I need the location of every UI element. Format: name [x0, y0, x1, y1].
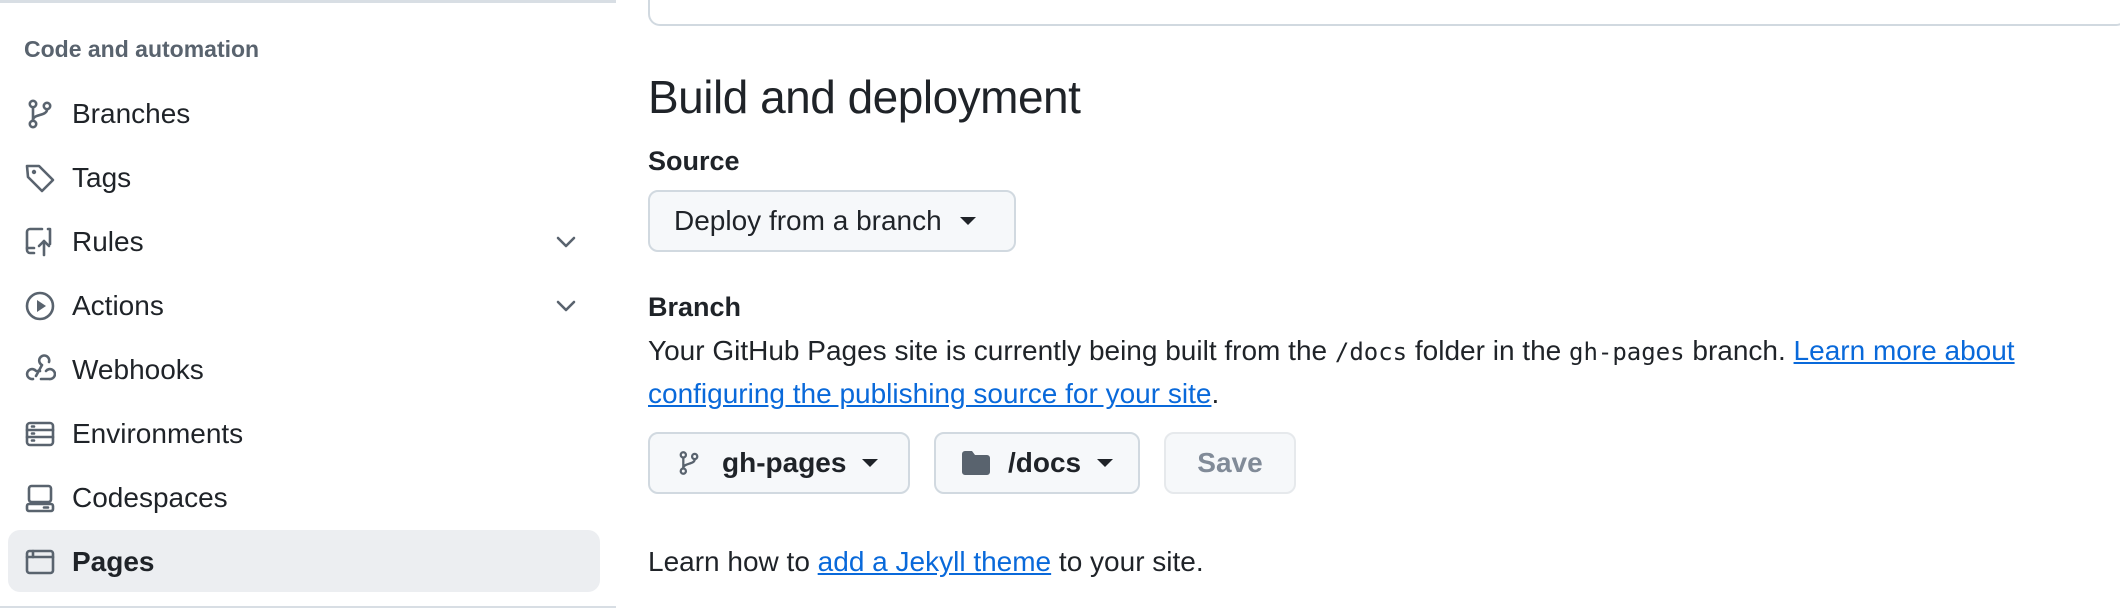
- folder-select-value: /docs: [1008, 447, 1082, 478]
- caret-down-icon: [1097, 459, 1114, 467]
- sidebar-item-branches[interactable]: Branches: [8, 82, 600, 144]
- branch-select-value: gh-pages: [722, 447, 847, 478]
- folder-icon: [960, 449, 992, 477]
- play-circle-icon: [24, 290, 56, 322]
- webhook-icon: [24, 354, 56, 386]
- save-button[interactable]: Save: [1164, 432, 1296, 494]
- sidebar-item-webhooks[interactable]: Webhooks: [8, 338, 600, 400]
- description-text: folder in the: [1407, 335, 1569, 366]
- description-text: .: [1211, 378, 1220, 409]
- jekyll-theme-note: Learn how to add a Jekyll theme to your …: [648, 546, 1204, 578]
- folder-select-button[interactable]: /docs: [934, 432, 1140, 494]
- note-text: to your site.: [1051, 546, 1204, 577]
- branch-select-button[interactable]: gh-pages: [648, 432, 910, 494]
- note-text: Learn how to: [648, 546, 818, 577]
- git-branch-icon: [676, 449, 702, 477]
- caret-down-icon: [862, 459, 879, 467]
- branch-description: Your GitHub Pages site is currently bein…: [648, 330, 2120, 415]
- source-dropdown-value: Deploy from a branch: [674, 205, 942, 236]
- pages-settings-main: Build and deployment Source Deploy from …: [616, 0, 2120, 614]
- sidebar-item-rules[interactable]: Rules: [8, 210, 600, 272]
- source-label: Source: [648, 146, 740, 176]
- description-text: branch.: [1684, 335, 1794, 366]
- jekyll-theme-link[interactable]: add a Jekyll theme: [818, 546, 1051, 577]
- sidebar-item-label: Pages: [72, 546, 155, 577]
- sidebar-item-pages[interactable]: Pages: [8, 530, 600, 592]
- sidebar-item-environments[interactable]: Environments: [8, 402, 600, 464]
- sidebar-divider-bottom: [0, 606, 616, 608]
- chevron-down-icon[interactable]: [554, 294, 578, 318]
- sidebar-item-label: Tags: [72, 162, 132, 193]
- browser-icon: [24, 546, 56, 578]
- sidebar-section-heading: Code and automation: [24, 36, 260, 62]
- chevron-down-icon[interactable]: [554, 230, 578, 254]
- tag-icon: [24, 162, 56, 194]
- description-text: Your GitHub Pages site is currently bein…: [648, 335, 1335, 366]
- codespaces-icon: [24, 482, 56, 514]
- server-icon: [24, 418, 56, 450]
- folder-code: /docs: [1334, 338, 1408, 366]
- sidebar-item-actions[interactable]: Actions: [8, 274, 600, 336]
- sidebar-item-label: Branches: [72, 98, 191, 129]
- sidebar-item-label: Codespaces: [72, 482, 228, 513]
- git-branch-icon: [24, 98, 56, 130]
- sidebar-item-tags[interactable]: Tags: [8, 146, 600, 208]
- page-title: Build and deployment: [648, 71, 1081, 123]
- caret-down-icon: [959, 217, 976, 225]
- sidebar-divider-top: [0, 0, 616, 3]
- previous-section-card: [648, 0, 2120, 26]
- branch-label: Branch: [648, 292, 742, 322]
- branch-code: gh-pages: [1569, 338, 1685, 366]
- sidebar-item-label: Rules: [72, 226, 144, 257]
- sidebar-item-label: Environments: [72, 418, 244, 449]
- sidebar-item-codespaces[interactable]: Codespaces: [8, 466, 600, 528]
- sidebar-item-label: Actions: [72, 290, 164, 321]
- source-dropdown[interactable]: Deploy from a branch: [648, 190, 1016, 252]
- settings-sidebar: Code and automation Branches Tags Rules …: [0, 0, 616, 614]
- sidebar-item-label: Webhooks: [72, 354, 204, 385]
- repo-push-icon: [24, 226, 56, 258]
- save-button-label: Save: [1197, 447, 1263, 478]
